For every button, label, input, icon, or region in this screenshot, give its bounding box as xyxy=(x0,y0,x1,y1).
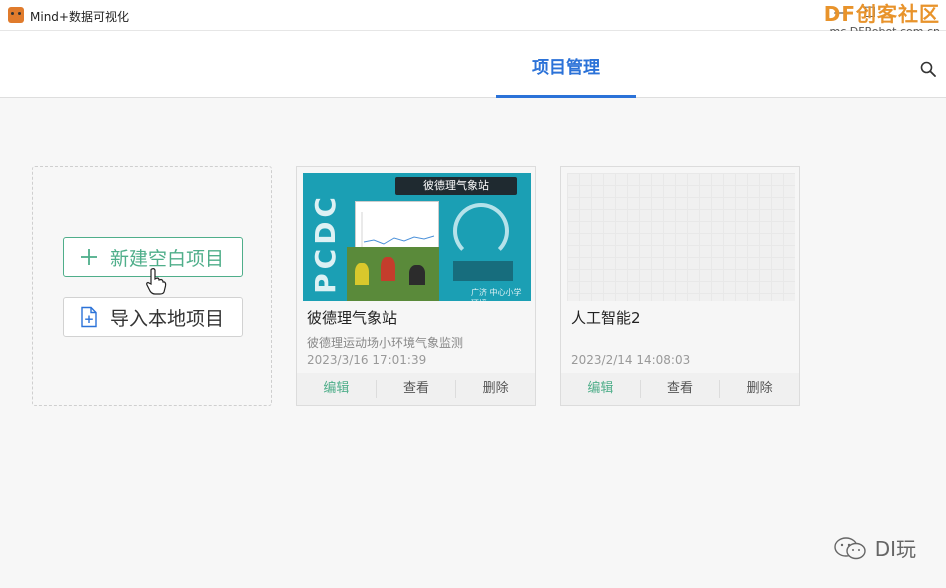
thumbnail-grid xyxy=(567,173,795,301)
thumbnail-panel xyxy=(453,261,513,281)
project-thumbnail[interactable] xyxy=(567,173,795,301)
watermark-brand: DF创客社区 xyxy=(823,2,940,26)
plus-icon xyxy=(81,249,97,265)
project-name: 人工智能2 xyxy=(571,309,641,327)
project-date: 2023/2/14 14:08:03 xyxy=(571,353,691,367)
window-title: Mind+数据可视化 xyxy=(30,10,129,24)
thumbnail-footer: 广济 中心小学 环境 xyxy=(471,288,522,301)
delete-button[interactable]: 删除 xyxy=(719,380,799,398)
view-button[interactable]: 查看 xyxy=(639,380,720,398)
search-icon[interactable] xyxy=(920,61,936,77)
import-local-project-label: 导入本地项目 xyxy=(110,307,225,330)
project-actions: 编辑 查看 删除 xyxy=(297,373,535,405)
hand-pointer-icon xyxy=(146,268,167,295)
title-bar: Mind+数据可视化 — ☐ DF创客社区 mc.DFRobot.com.cn xyxy=(0,0,946,38)
thumbnail-letters: PCDC xyxy=(309,193,342,294)
app-logo-icon xyxy=(8,7,24,23)
tab-project-management[interactable]: 项目管理 xyxy=(496,31,636,98)
edit-button[interactable]: 编辑 xyxy=(561,380,640,398)
project-card[interactable]: PCDC 彼德理气象站 广济 中心小学 环境 彼德理气象站 彼德理运动场小环境气… xyxy=(296,166,536,406)
thumbnail-photo xyxy=(347,247,439,301)
gauge-icon xyxy=(453,203,509,259)
view-button[interactable]: 查看 xyxy=(375,380,456,398)
project-description: 彼德理运动场小环境气象监测 xyxy=(307,336,464,350)
wechat-watermark: DI玩 xyxy=(833,533,916,562)
new-blank-project-label: 新建空白项目 xyxy=(110,247,225,270)
project-card[interactable]: 人工智能2 2023/2/14 14:08:03 编辑 查看 删除 xyxy=(560,166,800,406)
project-name: 彼德理气象站 xyxy=(307,309,398,327)
watermark-text: DI玩 xyxy=(874,537,916,561)
project-actions: 编辑 查看 删除 xyxy=(561,373,799,405)
file-add-icon xyxy=(81,306,97,328)
project-thumbnail[interactable]: PCDC 彼德理气象站 广济 中心小学 环境 xyxy=(303,173,531,301)
delete-button[interactable]: 删除 xyxy=(455,380,535,398)
app-header: 项目管理 xyxy=(0,31,946,98)
thumbnail-title: 彼德理气象站 xyxy=(395,177,517,195)
wechat-icon xyxy=(833,536,866,559)
import-local-project-button[interactable]: 导入本地项目 xyxy=(63,297,243,337)
edit-button[interactable]: 编辑 xyxy=(297,380,376,398)
new-project-panel: 新建空白项目 导入本地项目 xyxy=(32,166,272,406)
project-date: 2023/3/16 17:01:39 xyxy=(307,353,427,367)
